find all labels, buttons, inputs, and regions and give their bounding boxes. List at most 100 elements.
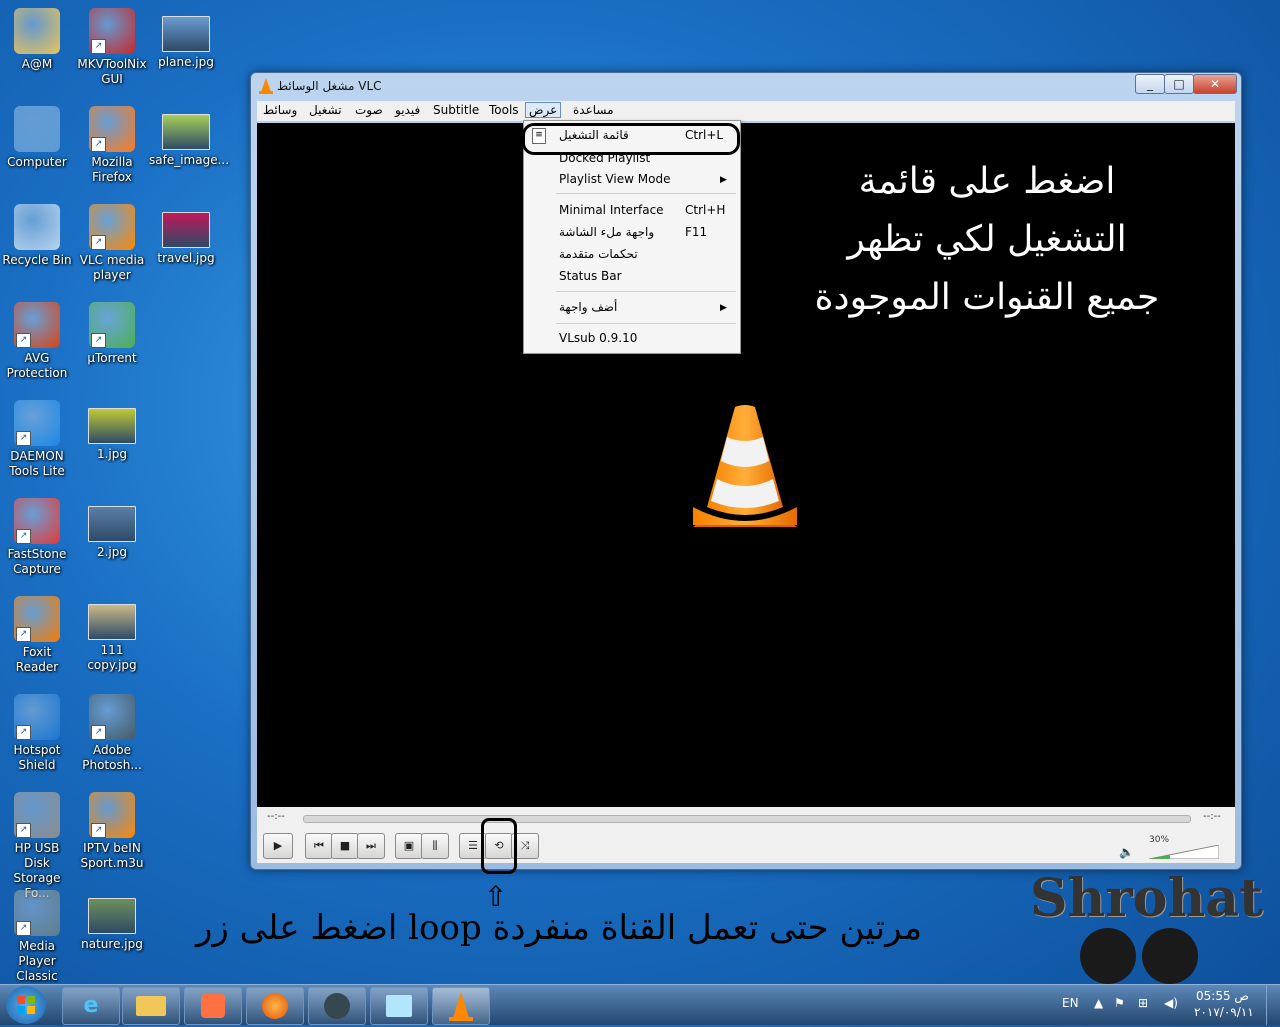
daemon-tools-icon: ↗	[14, 400, 60, 446]
desktop-icon[interactable]: Recycle Bin	[0, 204, 74, 268]
menu-item-add-interface[interactable]: أضف واجهة	[559, 300, 617, 314]
show-hidden-icons-icon[interactable]: ▲	[1094, 996, 1103, 1010]
menu-tools[interactable]: Tools	[489, 103, 519, 117]
desktop-icon[interactable]: ↗ DAEMON Tools Lite	[0, 400, 74, 479]
taskbar-media-player[interactable]	[184, 987, 242, 1025]
desktop-icon[interactable]: travel.jpg	[149, 204, 223, 266]
vlc-cone-icon: ↗	[89, 204, 135, 250]
desktop-icon[interactable]: Computer	[0, 106, 74, 170]
desktop-icon[interactable]: ↗ Foxit Reader	[0, 596, 74, 675]
image-thumbnail-icon	[88, 408, 136, 444]
window-title: مشغل الوسائط VLC	[277, 79, 382, 93]
desktop-icon[interactable]: ↗ Hotspot Shield	[0, 694, 74, 773]
menu-item-playlist-view-mode[interactable]: Playlist View Mode	[559, 172, 670, 186]
mkvtoolnix-icon: ↗	[89, 8, 135, 54]
start-button[interactable]	[6, 986, 46, 1024]
shortcut-arrow-icon: ↗	[16, 921, 31, 936]
network-icon[interactable]: ⊞	[1138, 996, 1148, 1010]
taskbar-vlc[interactable]	[432, 987, 490, 1025]
menu-item-playlist[interactable]: قائمة التشغيل	[559, 128, 629, 142]
show-desktop-button[interactable]	[1266, 985, 1280, 1025]
desktop-icon[interactable]: 111 copy.jpg	[75, 596, 149, 673]
menu-item-fullscreen-interface[interactable]: واجهة ملء الشاشة	[559, 225, 654, 239]
submenu-arrow-icon: ▶	[720, 303, 727, 313]
desktop-icon[interactable]: ↗ Mozilla Firefox	[75, 106, 149, 185]
desktop-icon[interactable]: 1.jpg	[75, 400, 149, 462]
desktop-icon[interactable]: A@M	[0, 8, 74, 72]
close-button[interactable]: ✕	[1193, 74, 1237, 94]
action-center-icon[interactable]: ⚑	[1114, 996, 1125, 1010]
extended-settings-button[interactable]: ⫼	[421, 833, 449, 859]
desktop-icon-label: 1.jpg	[96, 447, 128, 461]
desktop-icon-label: IPTV beIN Sport.m3u	[80, 841, 144, 870]
taskbar-internet-explorer[interactable]: e	[62, 987, 120, 1025]
seek-bar[interactable]	[303, 815, 1191, 823]
menu-help[interactable]: مساعدة	[573, 103, 614, 117]
desktop-icon[interactable]: ↗ IPTV beIN Sport.m3u	[75, 792, 149, 871]
desktop-icon-label: Mozilla Firefox	[91, 155, 133, 184]
app-icon	[386, 995, 412, 1017]
language-indicator[interactable]: EN	[1062, 996, 1079, 1010]
photoshop-icon	[324, 993, 350, 1019]
desktop-icon[interactable]: ↗ FastStone Capture	[0, 498, 74, 577]
menu-audio[interactable]: صوت	[355, 103, 383, 117]
taskbar-firefox[interactable]	[246, 987, 304, 1025]
fullscreen-button[interactable]: ▣	[395, 833, 423, 859]
menu-item-docked-playlist[interactable]: Docked Playlist	[559, 151, 650, 165]
menu-playback[interactable]: تشغيل	[309, 103, 342, 117]
desktop-icon[interactable]: ↗ µTorrent	[75, 302, 149, 366]
menu-video[interactable]: فيديو	[395, 103, 420, 117]
maximize-button[interactable]: □	[1164, 74, 1194, 94]
desktop-icon-label: A@M	[21, 57, 53, 71]
desktop-icon-label: Recycle Bin	[2, 253, 72, 267]
desktop-icon[interactable]: ↗ Media Player Classic	[0, 890, 74, 984]
taskbar: e EN ▲ ⚑ ⊞ ◀) 05:55 ص ٢٠١٧/٠٩/١١	[0, 984, 1280, 1025]
taskbar-photoshop[interactable]	[308, 987, 366, 1025]
volume-icon[interactable]: ◀)	[1164, 996, 1178, 1010]
desktop-icon[interactable]: 2.jpg	[75, 498, 149, 560]
image-thumbnail-icon	[88, 604, 136, 640]
volume-slider[interactable]	[1149, 845, 1219, 859]
firefox-icon	[262, 993, 288, 1019]
menu-subtitle[interactable]: Subtitle	[433, 103, 479, 117]
menu-view[interactable]: عرض	[525, 102, 562, 118]
foxit-icon: ↗	[14, 596, 60, 642]
shortcut-label: Ctrl+H	[685, 203, 726, 217]
desktop-icon[interactable]: ↗ AVG Protection	[0, 302, 74, 381]
video-area[interactable]: اضغط على قائمة التشغيل لكي تظهر جميع الق…	[257, 123, 1235, 807]
taskbar-explorer[interactable]	[122, 987, 180, 1025]
desktop-icon[interactable]: nature.jpg	[75, 890, 149, 952]
menu-item-minimal-interface[interactable]: Minimal Interface	[559, 203, 664, 217]
remaining-time: --:--	[1203, 811, 1221, 822]
shortcut-arrow-icon: ↗	[91, 137, 106, 152]
menu-item-advanced-controls[interactable]: تحكمات متقدمة	[559, 247, 638, 261]
internet-explorer-icon: e	[83, 993, 99, 1018]
vlc-cone-icon	[693, 405, 797, 527]
menu-item-vlsub[interactable]: VLsub 0.9.10	[559, 331, 637, 345]
minimize-button[interactable]: _	[1135, 74, 1165, 94]
avg-icon: ↗	[14, 302, 60, 348]
playlist-icon: ≡	[532, 128, 546, 144]
elapsed-time: --:--	[267, 811, 285, 822]
previous-button[interactable]: ⏮	[305, 833, 333, 859]
clock-time[interactable]: 05:55 ص	[1196, 989, 1249, 1003]
shortcut-arrow-icon: ↗	[91, 725, 106, 740]
desktop-icon[interactable]: plane.jpg	[149, 8, 223, 70]
stop-button[interactable]: ■	[331, 833, 359, 859]
media-player-classic-icon: ↗	[14, 890, 60, 936]
desktop-icon[interactable]: ↗ VLC media player	[75, 204, 149, 283]
speaker-icon[interactable]: 🔈	[1119, 845, 1134, 859]
menu-media[interactable]: وسائط	[263, 103, 297, 117]
taskbar-app[interactable]	[370, 987, 428, 1025]
shortcut-arrow-icon: ↗	[16, 627, 31, 642]
desktop-icon[interactable]: ↗ MKVToolNix GUI	[75, 8, 149, 87]
faststone-icon: ↗	[14, 498, 60, 544]
play-button[interactable]: ▶	[263, 833, 293, 859]
view-dropdown-menu: ≡ قائمة التشغيل Ctrl+L Docked Playlist P…	[522, 120, 741, 354]
desktop-icon[interactable]: safe_image...	[149, 106, 229, 168]
desktop-icon[interactable]: ↗ Adobe Photosh...	[75, 694, 149, 773]
next-button[interactable]: ⏭	[357, 833, 385, 859]
menu-item-status-bar[interactable]: Status Bar	[559, 269, 622, 283]
clock-date[interactable]: ٢٠١٧/٠٩/١١	[1194, 1005, 1254, 1019]
desktop-icon[interactable]: ↗HP USB Disk Storage Fo...	[0, 792, 74, 901]
